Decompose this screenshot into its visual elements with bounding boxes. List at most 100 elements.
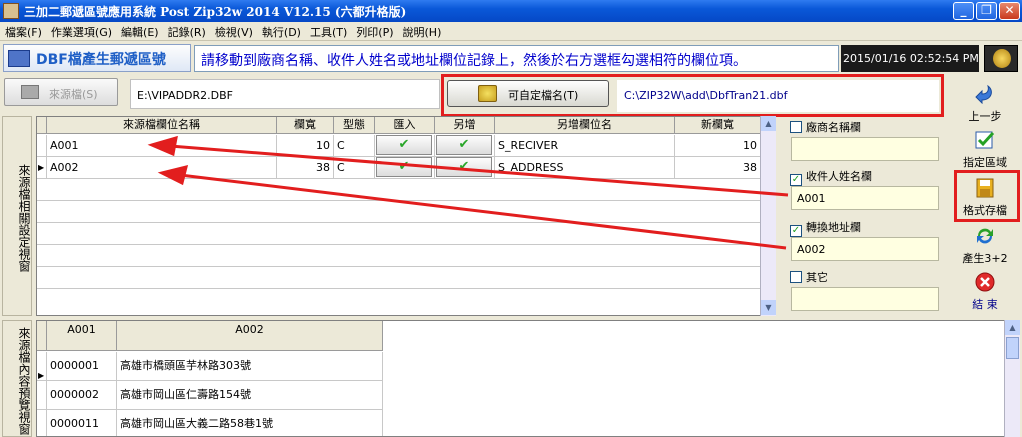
generate-button[interactable]: 產生3+2 [952,224,1018,272]
grid-scrollbar[interactable]: ▲ ▼ [760,116,776,316]
scroll-down-icon[interactable]: ▼ [761,300,776,315]
column-header[interactable]: 另增 [435,117,495,134]
new-field-width-cell[interactable]: 38 [675,157,761,179]
address-field[interactable]: A002 [791,237,939,261]
folder-icon [21,85,39,99]
field-name-cell[interactable]: A002 [47,157,277,179]
column-header[interactable]: 新欄寬 [675,117,761,134]
column-header[interactable]: 另增欄位名 [495,117,675,134]
column-header[interactable]: 欄寬 [277,117,334,134]
menu-record[interactable]: 記錄(R) [163,22,210,40]
folder-open-icon [478,85,497,102]
checkbox[interactable] [790,271,802,283]
new-field-name-cell[interactable]: S_ADDRESS [495,157,675,179]
banner-logo-text: DBF檔產生郵遞區號 [36,52,166,68]
recipient-name-field[interactable]: A001 [791,186,939,210]
field-mapping-grid[interactable]: 來源檔欄位名稱 欄寬 型態 匯入 另增 另增欄位名 新欄寬 A001 10 C … [36,116,776,316]
field-width-cell[interactable]: 38 [277,157,334,179]
address-label: 轉換地址欄 [806,221,861,234]
new-field-width-cell[interactable]: 10 [675,135,761,157]
empty-row [37,223,761,245]
column-header[interactable]: 來源檔欄位名稱 [47,117,277,134]
back-button-label: 上一步 [968,110,1002,123]
field-type-cell[interactable]: C [334,157,375,179]
scroll-up-icon[interactable]: ▲ [761,116,776,131]
preview-scrollbar[interactable]: ▲ [1004,320,1020,437]
add-cell: ✔ [435,135,495,157]
close-circle-icon [975,272,995,292]
import-check-button[interactable]: ✔ [376,135,432,155]
grid-corner [37,117,47,134]
generate-button-label: 產生3+2 [962,252,1008,265]
checkbox-checked[interactable]: ✓ [790,225,802,237]
add-check-button[interactable]: ✔ [436,157,492,177]
data-preview-grid[interactable]: A001 A002 ▶ 0000001 高雄市橋頭區芋林路303號 000000… [36,320,1020,437]
save-format-button[interactable]: 格式存檔 [952,176,1018,224]
column-header[interactable]: 匯入 [375,117,435,134]
data-cell[interactable]: 0000002 [47,381,117,410]
floppy-save-icon [976,178,994,198]
column-header[interactable]: 型態 [334,117,375,134]
row-indicator [37,381,47,410]
other-label: 其它 [806,271,828,284]
window-title: 三加二郵遞區號應用系統 Post Zip32w 2014 V12.15 (六都升… [24,5,407,19]
menu-file[interactable]: 檔案(F) [0,22,46,40]
set-region-button[interactable]: 指定區域 [952,128,1018,176]
import-cell: ✔ [375,135,435,157]
minimize-button[interactable]: _ [953,2,974,20]
data-cell[interactable]: 高雄市橋頭區芋林路303號 [117,352,383,381]
checklist-icon [975,131,995,149]
preview-panel-label: 來源檔內容預覽視窗 [2,320,32,437]
checkbox-checked[interactable]: ✓ [790,174,802,186]
data-cell[interactable]: 0000001 [47,352,117,381]
scroll-up-icon[interactable]: ▲ [1005,320,1020,335]
restore-button[interactable]: ❐ [976,2,997,20]
column-header[interactable]: A002 [117,321,383,351]
menu-print[interactable]: 列印(P) [351,22,397,40]
custom-filename-button-label: 可自定檔名(T) [508,89,579,102]
menu-view[interactable]: 檢視(V) [210,22,257,40]
data-cell[interactable]: 0000011 [47,410,117,436]
save-format-button-label: 格式存檔 [963,204,1007,217]
other-option[interactable]: 其它 [790,269,828,285]
scroll-thumb[interactable] [1006,337,1019,359]
custom-filename-button[interactable]: 可自定檔名(T) [447,80,609,107]
target-path: C:\ZIP32W\add\DbfTran21.dbf [617,80,939,112]
row-indicator: ▶ [37,352,47,381]
field-name-cell[interactable]: A001 [47,135,277,157]
app-emblem-icon [984,45,1018,72]
menu-help[interactable]: 說明(H) [398,22,446,40]
menu-edit[interactable]: 編輯(E) [116,22,163,40]
set-region-button-label: 指定區域 [963,156,1007,169]
address-option[interactable]: ✓ 轉換地址欄 [790,219,861,237]
recipient-name-option[interactable]: ✓ 收件人姓名欄 [790,168,872,186]
banner: DBF檔產生郵遞區號 請移動到廠商名稱、收件人姓名或地址欄位記錄上，然後於右方選… [0,41,1022,75]
field-type-cell[interactable]: C [334,135,375,157]
exit-button[interactable]: 結 束 [952,270,1018,318]
menu-tools[interactable]: 工具(T) [305,22,351,40]
data-cell[interactable]: 高雄市岡山區仁壽路154號 [117,381,383,410]
source-file-button[interactable]: 來源檔(S) [4,78,118,106]
field-width-cell[interactable]: 10 [277,135,334,157]
row-indicator [37,135,47,157]
close-button[interactable]: ✕ [999,2,1020,20]
vendor-name-field[interactable] [791,137,939,161]
back-arrow-icon [975,84,992,104]
menu-options[interactable]: 作業選項(G) [46,22,116,40]
recipient-name-label: 收件人姓名欄 [806,170,872,183]
banner-logo: DBF檔產生郵遞區號 [3,44,191,72]
menu-run[interactable]: 執行(D) [257,22,305,40]
column-header[interactable]: A001 [47,321,117,351]
add-check-button[interactable]: ✔ [436,135,492,155]
new-field-name-cell[interactable]: S_RECIVER [495,135,675,157]
back-button[interactable]: 上一步 [952,82,1018,130]
import-check-button[interactable]: ✔ [376,157,432,177]
data-cell[interactable]: 高雄市岡山區大義二路58巷1號 [117,410,383,436]
vendor-name-option[interactable]: 廠商名稱欄 [790,119,861,135]
other-field[interactable] [791,287,939,311]
checkbox[interactable] [790,121,802,133]
import-cell: ✔ [375,157,435,179]
title-bar[interactable]: 三加二郵遞區號應用系統 Post Zip32w 2014 V12.15 (六都升… [0,0,1022,22]
app-window: 三加二郵遞區號應用系統 Post Zip32w 2014 V12.15 (六都升… [0,0,1022,437]
row-indicator: ▶ [37,157,47,179]
